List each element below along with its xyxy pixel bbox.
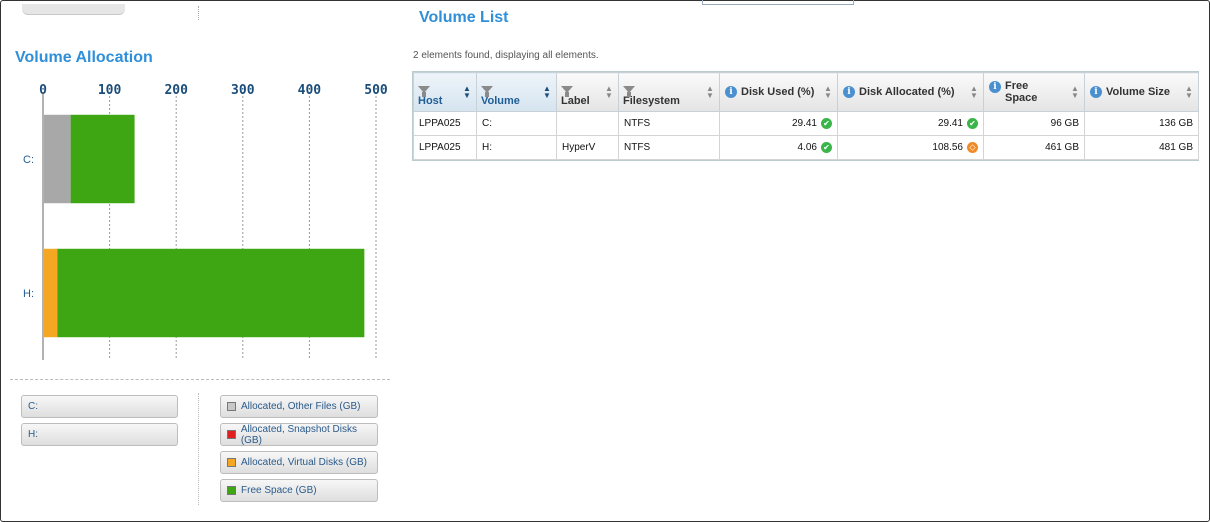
legend-series-snapshot-disks[interactable]: Allocated, Snapshot Disks (GB) [220,423,378,446]
category-label: H: [23,288,34,300]
chart-divider [10,379,390,380]
status-ok-icon: ✔ [821,141,832,153]
chart-bars [44,114,365,338]
cell-free-space: 96 GB [983,111,1085,136]
cell-disk-allocated: 108.56 ⬦ [837,135,984,160]
legend-swatch-virtual-disks [227,458,236,467]
sort-icon[interactable]: ▲ ▼ [463,85,471,100]
cell-disk-used: 4.06 ✔ [719,135,838,160]
info-icon[interactable]: i [989,81,1001,93]
table-row[interactable]: LPPA025 C: NTFS 29.41 ✔ 29.41 ✔ 96 GB 136 … [413,111,1199,136]
volume-list-title: Volume List [419,9,509,26]
info-icon[interactable]: i [725,86,737,98]
bar-segment[interactable] [70,114,135,204]
category-label: C: [23,154,34,166]
cell-disk-allocated: 29.41 ✔ [837,111,984,136]
cell-disk-used-value: 4.06 [797,142,817,154]
legend-series-free-space-label: Free Space (GB) [241,485,317,496]
bar-segment[interactable] [57,248,365,338]
legend-volume-h[interactable]: H: [21,423,178,446]
x-tick-label: 300 [231,83,255,98]
legend-swatch-other-files [227,402,236,411]
column-header-disk-allocated-label: Disk Allocated (%) [859,86,955,98]
legend-volume-c-label: C: [28,401,38,412]
cell-volume-size: 481 GB [1084,135,1199,160]
cell-disk-used-value: 29.41 [791,118,817,130]
status-ok-icon: ✔ [967,117,978,129]
cell-volume: C: [476,111,557,136]
x-tick-label: 100 [98,83,122,98]
legend-series-other-files-label: Allocated, Other Files (GB) [241,401,361,412]
volume-table: Host ▲ ▼ Volume ▲ ▼ Label ▲ ▼ Filesystem ▲ ▼ [412,71,1199,161]
column-header-free-space-label: Free Space [1005,80,1038,104]
x-tick-label: 200 [164,83,188,98]
column-header-filesystem-label: Filesystem [623,95,680,107]
column-header-volume-size-label: Volume Size [1106,86,1170,98]
x-tick-label: 500 [364,83,388,98]
cell-filesystem: NTFS [618,135,720,160]
column-header-disk-used-label: Disk Used (%) [741,86,815,98]
legend-series-virtual-disks[interactable]: Allocated, Virtual Disks (GB) [220,451,378,474]
sort-icon[interactable]: ▲ ▼ [605,85,613,100]
status-warning-icon: ⬦ [967,141,978,153]
legend-swatch-free-space [227,486,236,495]
legend-volume-h-label: H: [28,429,38,440]
legend-volume-c[interactable]: C: [21,395,178,418]
column-header-label[interactable]: Label ▲ ▼ [556,72,619,112]
sort-icon[interactable]: ▲ ▼ [543,85,551,100]
legend-series-virtual-disks-label: Allocated, Virtual Disks (GB) [241,457,367,468]
filter-icon[interactable] [418,86,430,97]
table-row[interactable]: LPPA025 H: HyperV NTFS 4.06 ✔ 108.56 ⬦ 461… [413,135,1199,160]
legend-divider [198,393,199,505]
sort-icon[interactable]: ▲ ▼ [970,85,978,100]
left-panel-scrollbar[interactable] [22,4,125,15]
panel-splitter [198,6,199,20]
column-header-volume[interactable]: Volume ▲ ▼ [476,72,557,112]
table-header-row: Host ▲ ▼ Volume ▲ ▼ Label ▲ ▼ Filesystem ▲ ▼ [413,72,1199,112]
legend-series-free-space[interactable]: Free Space (GB) [220,479,378,502]
legend-series-other-files[interactable]: Allocated, Other Files (GB) [220,395,378,418]
sort-icon[interactable]: ▲ ▼ [1185,85,1193,100]
volume-allocation-title: Volume Allocation [15,49,153,66]
cell-disk-used: 29.41 ✔ [719,111,838,136]
cell-disk-allocated-value: 29.41 [937,118,963,130]
info-icon[interactable]: i [843,86,855,98]
legend-swatch-snapshot-disks [227,430,236,439]
cell-host: LPPA025 [413,111,477,136]
column-header-host[interactable]: Host ▲ ▼ [413,72,477,112]
cell-volume-size: 136 GB [1084,111,1199,136]
bar-segment[interactable] [44,248,58,338]
cell-filesystem: NTFS [618,111,720,136]
info-icon[interactable]: i [1090,86,1102,98]
cell-volume: H: [476,135,557,160]
filter-icon[interactable] [561,86,573,97]
cell-free-space: 461 GB [983,135,1085,160]
cell-label [556,111,619,136]
column-header-free-space[interactable]: i Free Space ▲ ▼ [983,72,1085,112]
sort-icon[interactable]: ▲ ▼ [706,85,714,100]
chart-category-labels: C: H: [23,154,34,300]
column-header-volume-size[interactable]: i Volume Size ▲ ▼ [1084,72,1199,112]
bar-segment[interactable] [44,114,71,204]
x-tick-label: 400 [298,83,322,98]
chart-x-tick-labels: 0 100 200 300 400 500 [39,83,388,98]
legend-series-snapshot-disks-label: Allocated, Snapshot Disks (GB) [240,423,357,446]
filter-icon[interactable] [481,86,493,97]
result-count-text: 2 elements found, displaying all element… [413,50,599,61]
column-header-disk-allocated[interactable]: i Disk Allocated (%) ▲ ▼ [837,72,984,112]
cell-label: HyperV [556,135,619,160]
sort-icon[interactable]: ▲ ▼ [824,85,832,100]
column-header-disk-used[interactable]: i Disk Used (%) ▲ ▼ [719,72,838,112]
top-field-edge [702,0,854,5]
status-ok-icon: ✔ [821,117,832,129]
filter-icon[interactable] [623,86,635,97]
column-header-filesystem[interactable]: Filesystem ▲ ▼ [618,72,720,112]
volume-allocation-chart: 0 100 200 300 400 500 C:H: [23,83,388,360]
sort-icon[interactable]: ▲ ▼ [1071,85,1079,100]
cell-host: LPPA025 [413,135,477,160]
cell-disk-allocated-value: 108.56 [932,142,963,154]
